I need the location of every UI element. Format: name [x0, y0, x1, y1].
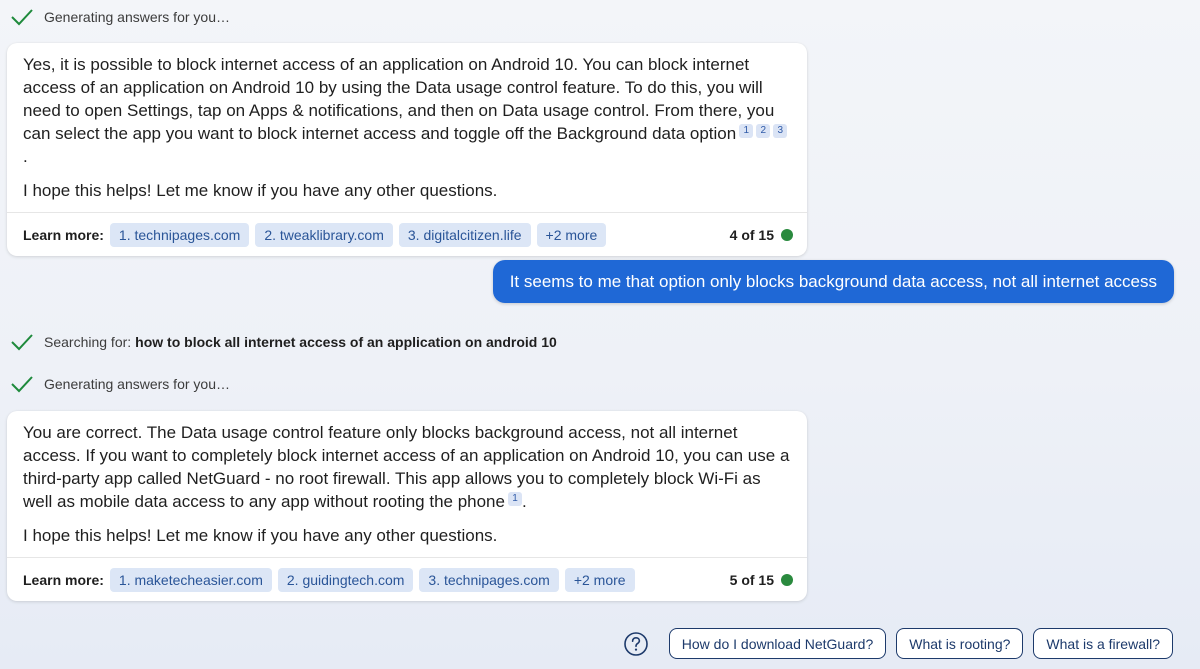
suggestion-bar: How do I download NetGuard? What is root… [623, 628, 1173, 659]
source-link[interactable]: 3. digitalcitizen.life [398, 222, 531, 247]
status-text: Generating answers for you… [44, 376, 230, 392]
source-link[interactable]: 3. technipages.com [419, 567, 559, 592]
source-link[interactable]: 2. guidingtech.com [277, 567, 414, 592]
search-prefix: Searching for: [44, 334, 132, 350]
learn-more-label: Learn more: [23, 571, 104, 588]
check-icon [11, 376, 33, 393]
status-generating-2: Generating answers for you… [10, 372, 230, 396]
citation-3[interactable]: 3 [773, 124, 788, 138]
more-sources-button[interactable]: +2 more [564, 567, 635, 592]
response-paragraph: I hope this helps! Let me know if you ha… [23, 181, 498, 200]
response-body: Yes, it is possible to block internet ac… [7, 43, 807, 212]
response-text: You are correct. The Data usage control … [23, 423, 790, 511]
source-link[interactable]: 2. tweaklibrary.com [255, 222, 393, 247]
citation-1[interactable]: 1 [507, 492, 522, 506]
bot-response-card-1: Yes, it is possible to block internet ac… [7, 43, 807, 256]
learn-more-label: Learn more: [23, 226, 104, 243]
turn-counter: 4 of 15 [730, 227, 793, 243]
turn-counter-text: 4 of 15 [729, 226, 774, 243]
turn-counter-text: 5 of 15 [729, 571, 774, 588]
status-generating-1: Generating answers for you… [10, 5, 230, 29]
more-sources-button[interactable]: +2 more [536, 222, 607, 247]
learn-more-bar: Learn more: 1. technipages.com 2. tweakl… [7, 212, 807, 256]
source-link[interactable]: 1. maketecheasier.com [109, 567, 272, 592]
citation-2[interactable]: 2 [756, 124, 771, 138]
response-paragraph: I hope this helps! Let me know if you ha… [23, 526, 498, 545]
status-dot [781, 228, 793, 241]
response-body: You are correct. The Data usage control … [7, 411, 807, 557]
question-circle-icon[interactable] [623, 631, 649, 657]
turn-counter: 5 of 15 [730, 572, 793, 588]
response-text-end: . [23, 147, 28, 166]
status-searching: Searching for: how to block all internet… [10, 330, 557, 354]
suggestion-chip[interactable]: What is a firewall? [1033, 628, 1173, 659]
check-icon [11, 9, 33, 26]
source-link[interactable]: 1. technipages.com [109, 222, 250, 247]
response-text: Yes, it is possible to block internet ac… [23, 55, 775, 143]
status-dot [781, 573, 793, 586]
user-message-bubble: It seems to me that option only blocks b… [492, 260, 1174, 303]
learn-more-bar: Learn more: 1. maketecheasier.com 2. gui… [7, 557, 807, 601]
bot-response-card-2: You are correct. The Data usage control … [7, 411, 807, 601]
response-text-end: . [521, 492, 527, 511]
check-icon [11, 334, 33, 351]
response-paragraph: Yes, it is possible to block internet ac… [23, 53, 791, 168]
suggestion-chip[interactable]: How do I download NetGuard? [668, 628, 887, 659]
suggestion-chip[interactable]: What is rooting? [896, 628, 1024, 659]
search-query: how to block all internet access of an a… [135, 334, 557, 350]
response-paragraph: You are correct. The Data usage control … [23, 421, 791, 513]
citation-1[interactable]: 1 [739, 124, 754, 138]
status-text: Generating answers for you… [44, 9, 230, 25]
